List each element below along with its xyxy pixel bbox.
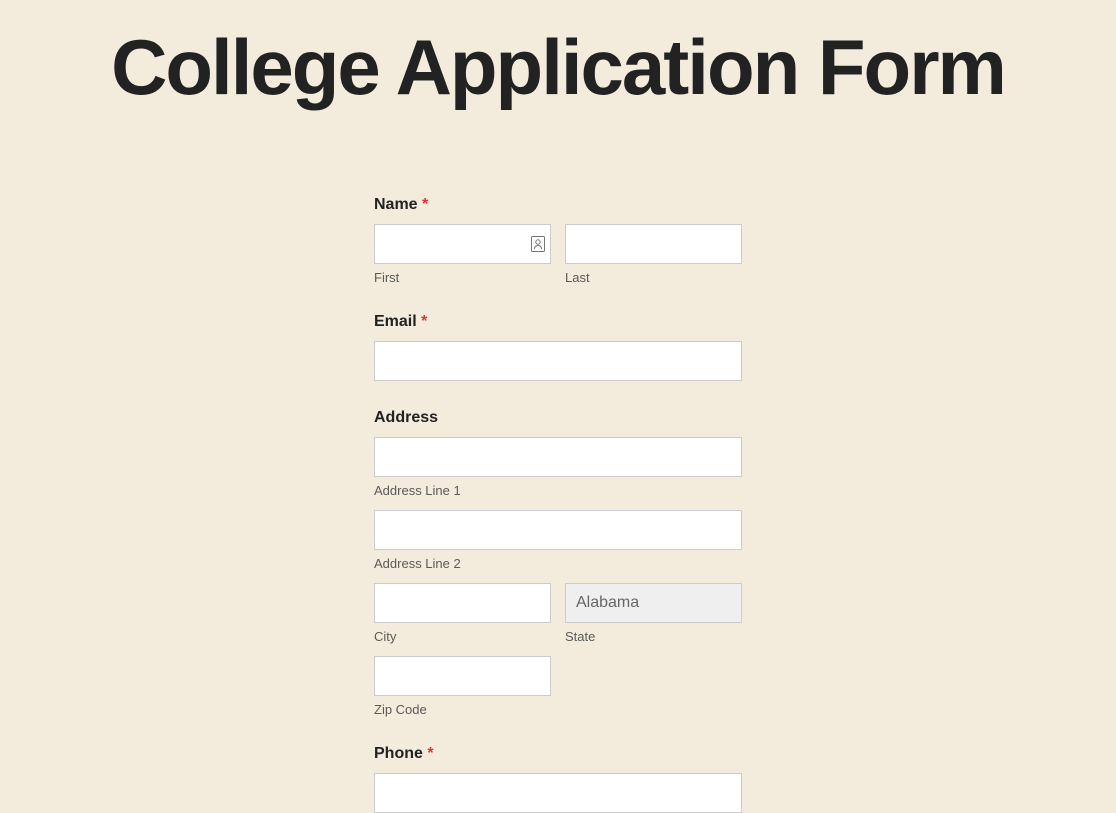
- state-selected-value: Alabama: [576, 594, 639, 612]
- first-name-sublabel: First: [374, 270, 551, 285]
- state-select[interactable]: Alabama: [565, 583, 742, 623]
- last-name-input[interactable]: [565, 224, 742, 264]
- phone-field-group: Phone *: [374, 745, 742, 813]
- application-form: Name * First Las: [374, 196, 742, 813]
- required-asterisk-icon: *: [421, 313, 427, 330]
- address-line1-input[interactable]: [374, 437, 742, 477]
- email-label: Email: [374, 313, 417, 331]
- zip-sublabel: Zip Code: [374, 702, 551, 717]
- address-label: Address: [374, 409, 438, 427]
- last-name-sublabel: Last: [565, 270, 742, 285]
- email-input[interactable]: [374, 341, 742, 381]
- address-line2-input[interactable]: [374, 510, 742, 550]
- first-name-input[interactable]: [374, 224, 551, 264]
- address-line1-sublabel: Address Line 1: [374, 483, 742, 498]
- name-label: Name: [374, 196, 418, 214]
- email-field-group: Email *: [374, 313, 742, 381]
- zip-input[interactable]: [374, 656, 551, 696]
- address-field-group: Address Address Line 1 Address Line 2 Ci…: [374, 409, 742, 717]
- required-asterisk-icon: *: [427, 745, 433, 762]
- name-field-group: Name * First Las: [374, 196, 742, 285]
- state-sublabel: State: [565, 629, 742, 644]
- phone-label: Phone: [374, 745, 423, 763]
- address-line2-sublabel: Address Line 2: [374, 556, 742, 571]
- phone-input[interactable]: [374, 773, 742, 813]
- city-input[interactable]: [374, 583, 551, 623]
- required-asterisk-icon: *: [422, 196, 428, 213]
- city-sublabel: City: [374, 629, 551, 644]
- page-title: College Application Form: [0, 28, 1116, 106]
